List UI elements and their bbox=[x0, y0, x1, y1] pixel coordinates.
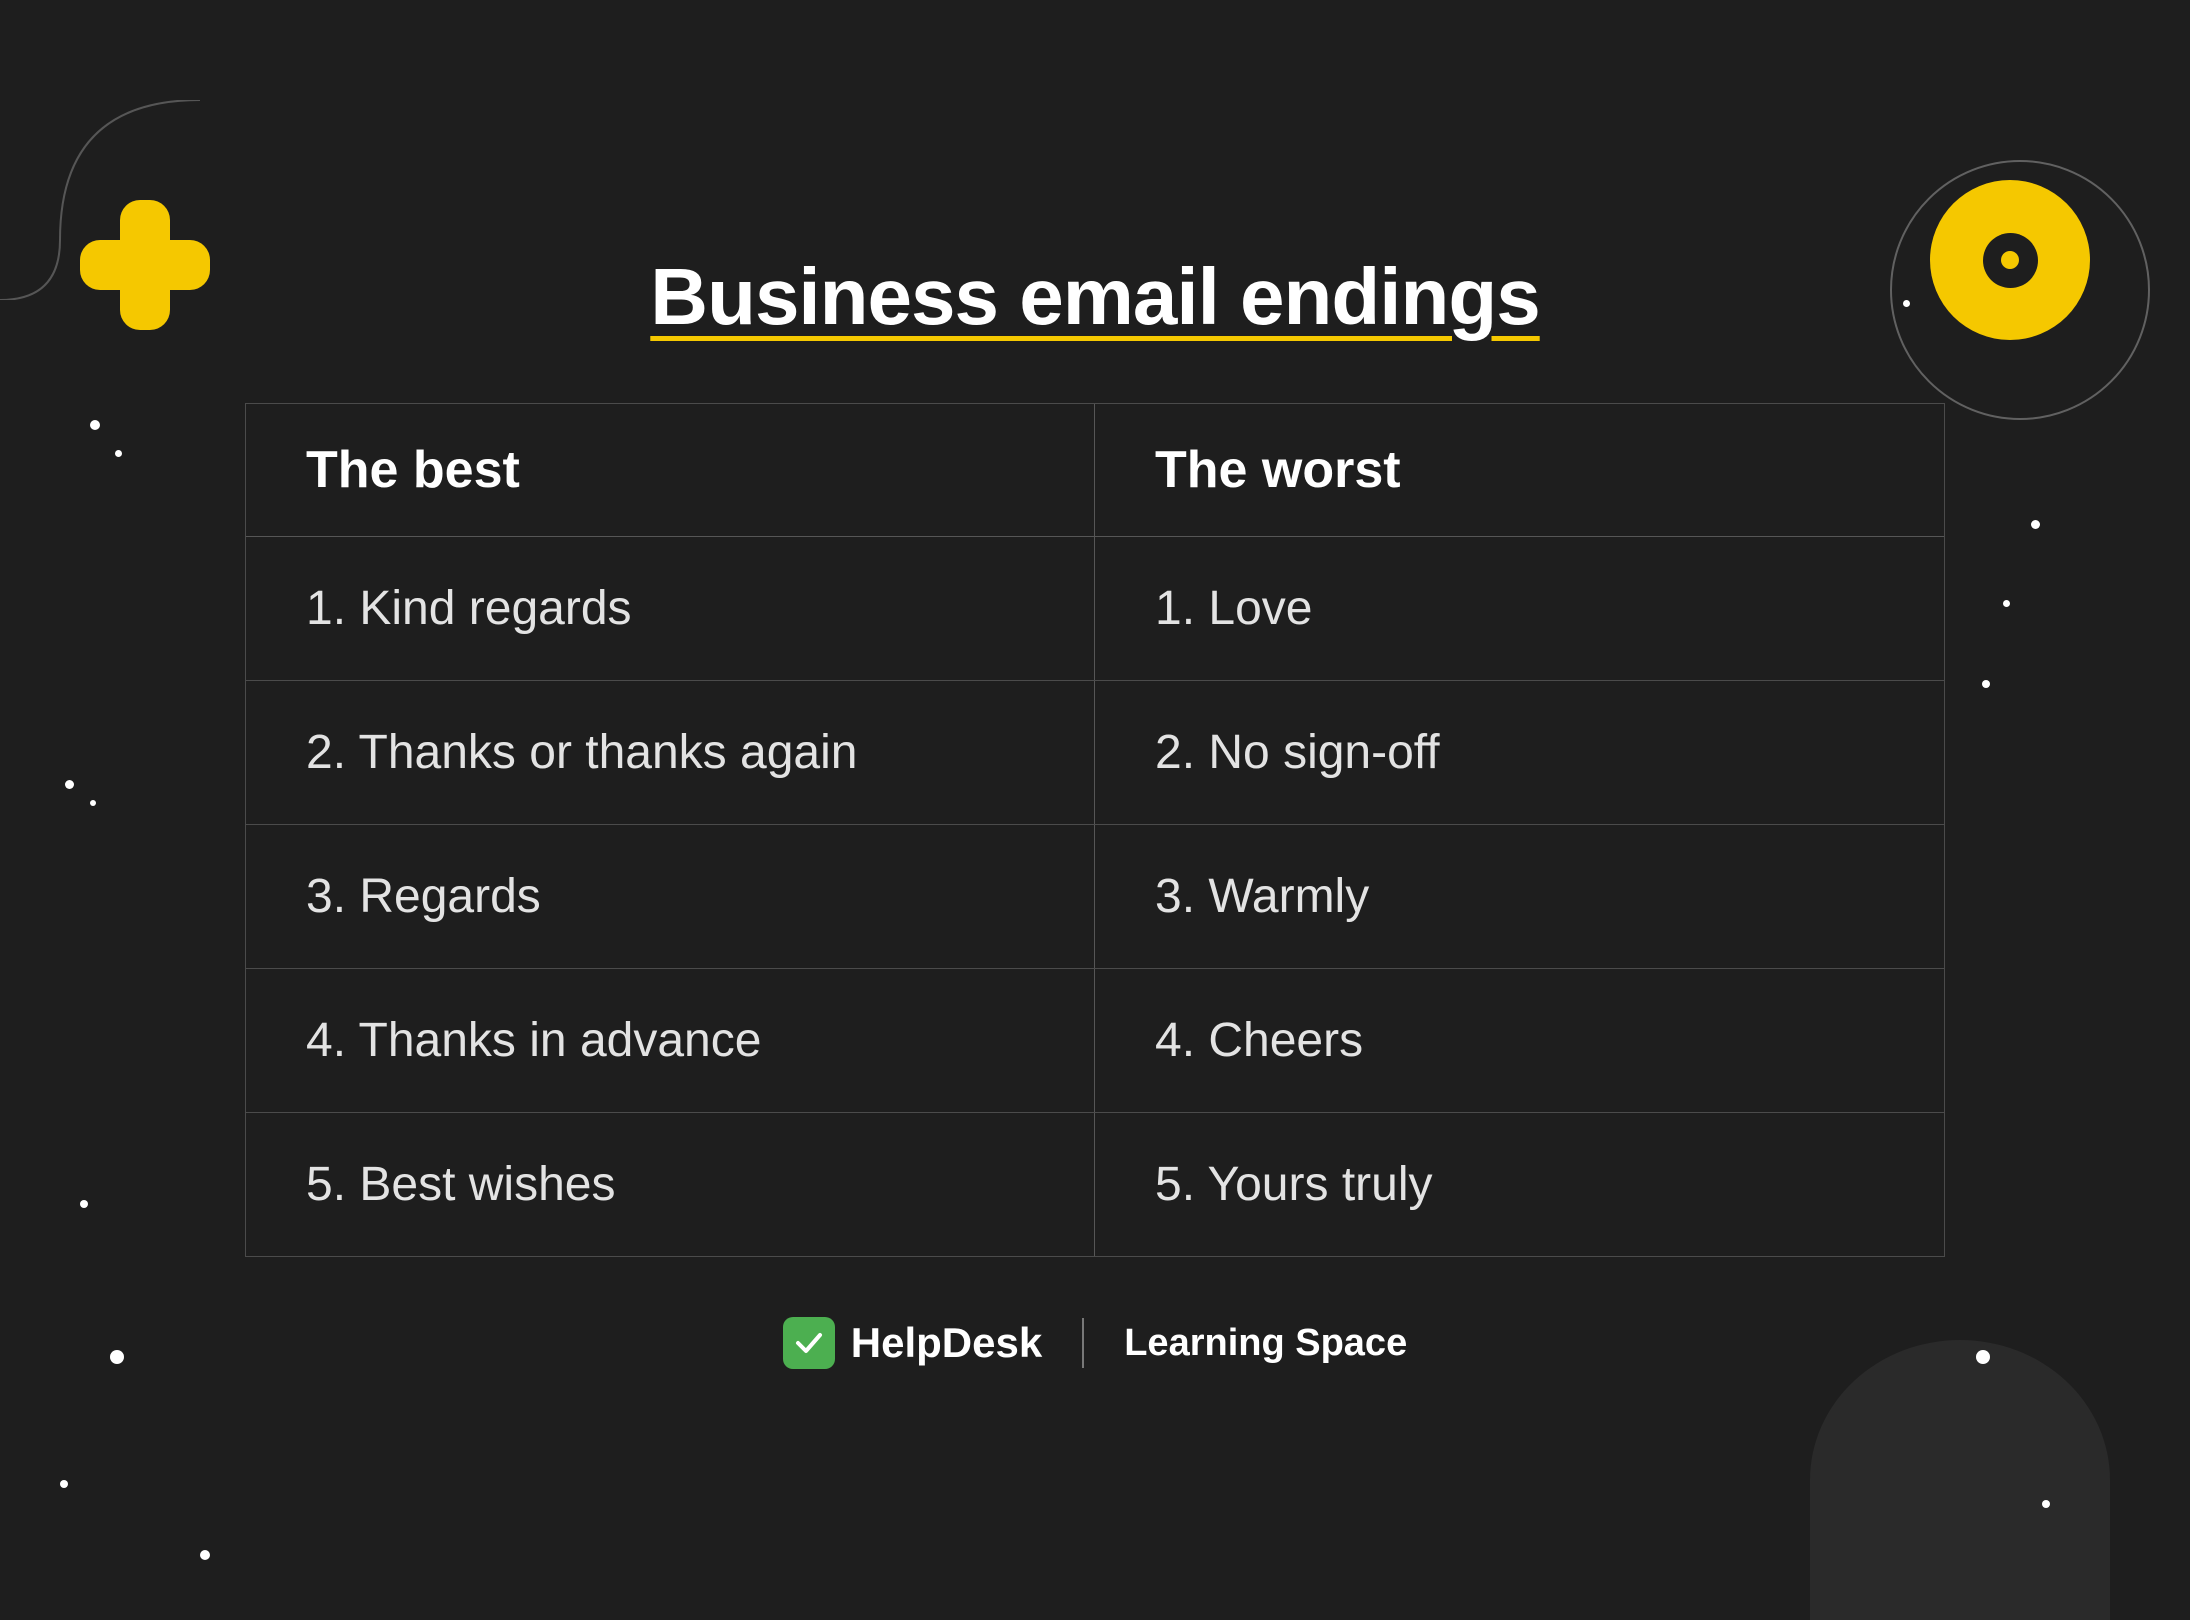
footer: HelpDesk Learning Space bbox=[783, 1317, 1407, 1369]
best-item-5: 5. Best wishes bbox=[246, 1113, 1095, 1256]
dot-decoration bbox=[90, 420, 100, 430]
table-row: 2. Thanks or thanks again 2. No sign-off bbox=[246, 681, 1944, 825]
dot-decoration bbox=[2042, 1500, 2050, 1508]
best-item-2: 2. Thanks or thanks again bbox=[246, 681, 1095, 824]
brand-name: HelpDesk bbox=[851, 1319, 1042, 1367]
page-wrapper: Business email endings The best The wors… bbox=[0, 0, 2190, 1620]
table-header: The best The worst bbox=[246, 404, 1944, 536]
worst-item-1: 1. Love bbox=[1095, 537, 1944, 680]
dot-decoration bbox=[90, 800, 96, 806]
table-row: 3. Regards 3. Warmly bbox=[246, 825, 1944, 969]
dot-decoration bbox=[200, 1550, 210, 1560]
table-row: 5. Best wishes 5. Yours truly bbox=[246, 1113, 1944, 1256]
checkmark-icon bbox=[793, 1327, 825, 1359]
worst-item-2: 2. No sign-off bbox=[1095, 681, 1944, 824]
learning-space-label: Learning Space bbox=[1124, 1322, 1407, 1365]
worst-item-3: 3. Warmly bbox=[1095, 825, 1944, 968]
header-worst: The worst bbox=[1095, 404, 1944, 536]
main-content: Business email endings The best The wors… bbox=[145, 251, 2045, 1369]
arc-decoration bbox=[1810, 1340, 2110, 1620]
worst-item-4: 4. Cheers bbox=[1095, 969, 1944, 1112]
best-item-3: 3. Regards bbox=[246, 825, 1095, 968]
best-item-4: 4. Thanks in advance bbox=[246, 969, 1095, 1112]
dot-decoration bbox=[60, 1480, 68, 1488]
worst-item-5: 5. Yours truly bbox=[1095, 1113, 1944, 1256]
table-body: 1. Kind regards 1. Love 2. Thanks or tha… bbox=[246, 536, 1944, 1256]
logo-icon bbox=[783, 1317, 835, 1369]
dot-decoration bbox=[80, 1200, 88, 1208]
dot-decoration bbox=[115, 450, 122, 457]
comparison-table: The best The worst 1. Kind regards 1. Lo… bbox=[245, 403, 1945, 1257]
table-row: 4. Thanks in advance 4. Cheers bbox=[246, 969, 1944, 1113]
table-row: 1. Kind regards 1. Love bbox=[246, 537, 1944, 681]
helpdesk-logo: HelpDesk bbox=[783, 1317, 1042, 1369]
dot-decoration bbox=[65, 780, 74, 789]
header-best: The best bbox=[246, 404, 1095, 536]
page-title: Business email endings bbox=[650, 251, 1539, 343]
footer-divider bbox=[1082, 1318, 1084, 1368]
dot-decoration bbox=[110, 1350, 124, 1364]
best-item-1: 1. Kind regards bbox=[246, 537, 1095, 680]
